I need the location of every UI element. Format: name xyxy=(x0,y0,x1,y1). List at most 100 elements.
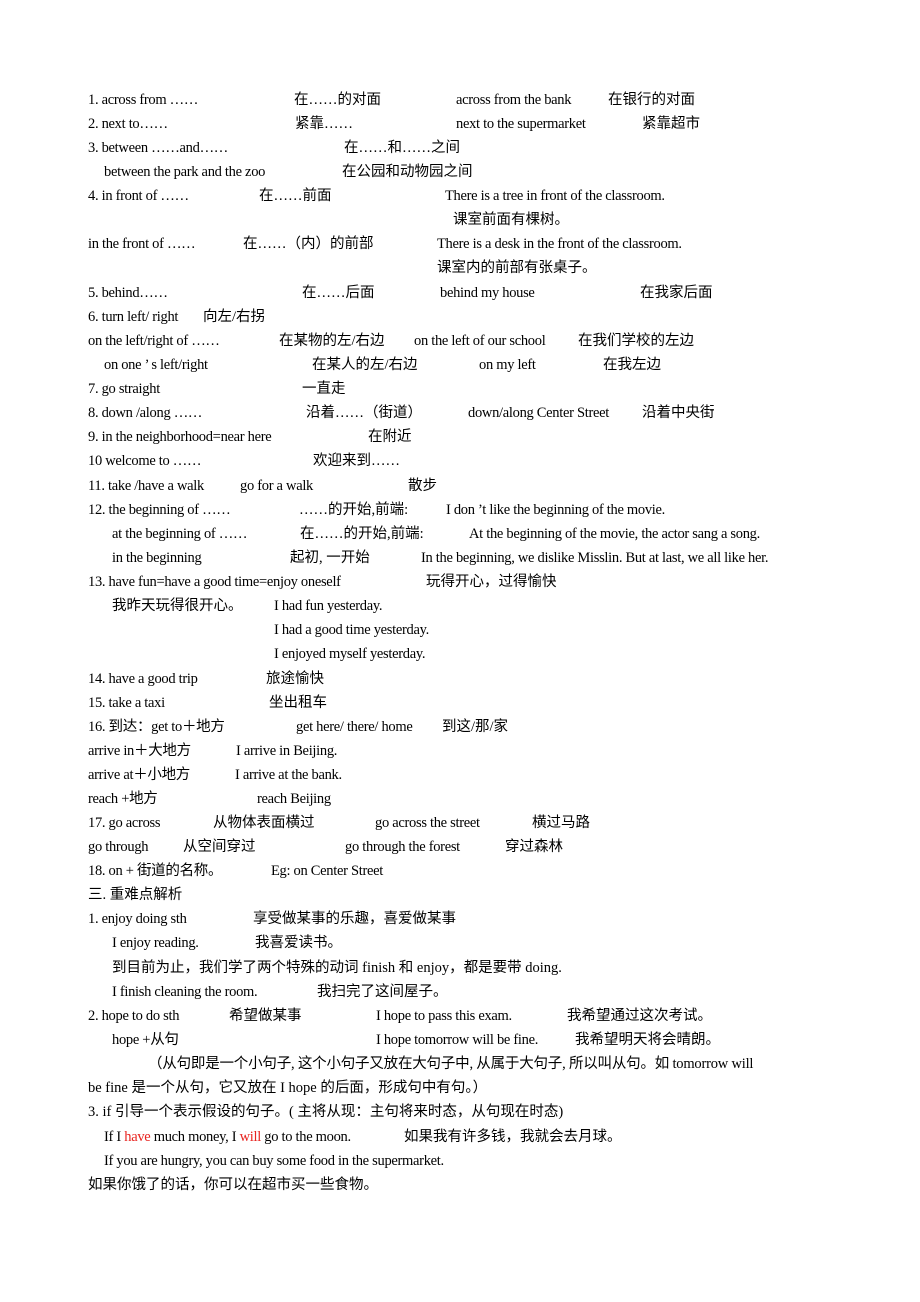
example-zh: 我喜爱读书。 xyxy=(255,935,342,951)
note-zh: （从句即是一个小句子, 这个小句子又放在大句子中, 从属于大句子, 所以叫从句。… xyxy=(148,1056,754,1072)
phrase-en: 3. between ……and…… xyxy=(88,140,228,156)
example-en: I hope to pass this exam. xyxy=(376,1008,512,1024)
phrase-en: go through xyxy=(88,839,149,855)
example-zh: 穿过森林 xyxy=(505,839,563,855)
phrase-zh: 一直走 xyxy=(302,381,346,397)
example-en: I enjoyed myself yesterday. xyxy=(274,646,426,662)
phrase-zh: 旅途愉快 xyxy=(266,671,324,687)
phrase-zh: 起初, 一开始 xyxy=(290,550,370,566)
example-en: get here/ there/ home xyxy=(296,719,413,735)
phrase-en: 13. have fun=have a good time=enjoy ones… xyxy=(88,574,341,590)
example-en: There is a desk in the front of the clas… xyxy=(437,236,682,252)
example-zh: 紧靠超市 xyxy=(642,116,700,132)
phrase-en: 12. the beginning of …… xyxy=(88,502,231,518)
phrase-zh: ……的开始,前端: xyxy=(299,502,409,518)
example-en: I don ’t like the beginning of the movie… xyxy=(446,502,665,518)
example-en: I arrive at the bank. xyxy=(235,767,342,783)
phrase-en: 16. 到达：get to＋地方 xyxy=(88,719,225,735)
example-zh: 在公园和动物园之间 xyxy=(342,164,473,180)
phrase-zh: 在……的开始,前端: xyxy=(300,526,424,542)
phrase-zh: 享受做某事的乐趣，喜爱做某事 xyxy=(253,911,456,927)
example-en: next to the supermarket xyxy=(456,116,586,132)
phrase-en: 1. enjoy doing sth xyxy=(88,911,187,927)
phrase-zh: 散步 xyxy=(408,478,437,494)
example-en: go through the forest xyxy=(345,839,460,855)
phrase-en: reach +地方 xyxy=(88,791,158,807)
phrase-zh: 在某人的左/右边 xyxy=(312,357,418,373)
example-zh: 如果你饿了的话，你可以在超市买一些食物。 xyxy=(88,1177,378,1193)
example-zh: 在我家后面 xyxy=(640,285,713,301)
example-en: I enjoy reading. xyxy=(112,935,199,951)
text-segment: much money, I xyxy=(150,1129,240,1145)
phrase-zh: 从物体表面横过 xyxy=(213,815,315,831)
phrase-en: in the front of …… xyxy=(88,236,196,252)
example-zh: 我希望明天将会晴朗。 xyxy=(575,1032,720,1048)
example-en: across from the bank xyxy=(456,92,572,108)
phrase-en: 7. go straight xyxy=(88,381,160,397)
example-en: At the beginning of the movie, the actor… xyxy=(469,526,760,542)
phrase-en: 18. on + 街道的名称。 xyxy=(88,863,223,879)
example-en: I had fun yesterday. xyxy=(274,598,383,614)
phrase-zh: 希望做某事 xyxy=(229,1008,302,1024)
example-en: I had a good time yesterday. xyxy=(274,622,429,638)
phrase-zh: 从空间穿过 xyxy=(183,839,256,855)
example-zh: 如果我有许多钱，我就会去月球。 xyxy=(404,1129,622,1145)
highlight-will: will xyxy=(239,1129,262,1145)
example-zh: 课室前面有棵树。 xyxy=(453,212,569,228)
phrase-en: 15. take a taxi xyxy=(88,695,165,711)
phrase-zh: 坐出租车 xyxy=(269,695,327,711)
example-en: In the beginning, we dislike Misslin. Bu… xyxy=(421,550,769,566)
phrase-en: 1. across from …… xyxy=(88,92,199,108)
example-zh: 我希望通过这次考试。 xyxy=(567,1008,712,1024)
phrase-en: arrive at＋小地方 xyxy=(88,767,190,783)
phrase-en: in the beginning xyxy=(112,550,202,566)
document-page: 1. across from …… 在……的对面 across from the… xyxy=(0,0,920,1302)
example-en: If you are hungry, you can buy some food… xyxy=(104,1153,444,1169)
phrase-en: 5. behind…… xyxy=(88,285,168,301)
example-en: reach Beijing xyxy=(257,791,331,807)
example-zh: 我扫完了这间屋子。 xyxy=(317,984,448,1000)
example-en: There is a tree in front of the classroo… xyxy=(445,188,665,204)
example-en: between the park and the zoo xyxy=(104,164,266,180)
phrase-zh: 玩得开心，过得愉快 xyxy=(426,574,557,590)
example-en: on the left of our school xyxy=(414,333,546,349)
phrase-en: at the beginning of …… xyxy=(112,526,248,542)
example-en: I hope tomorrow will be fine. xyxy=(376,1032,539,1048)
phrase-zh: 沿着……（街道） xyxy=(306,405,422,421)
phrase-zh: 在……前面 xyxy=(259,188,332,204)
example-en: behind my house xyxy=(440,285,535,301)
phrase-zh: 在……和……之间 xyxy=(344,140,460,156)
phrase-en: on the left/right of …… xyxy=(88,333,220,349)
phrase-zh: 向左/右拐 xyxy=(203,309,266,325)
highlight-have: have xyxy=(124,1129,151,1145)
example-zh: 在我们学校的左边 xyxy=(578,333,694,349)
phrase-en: 6. turn left/ right xyxy=(88,309,179,325)
rule-zh: 3. if 引导一个表示假设的句子。( 主将从现：主句将来时态，从句现在时态) xyxy=(88,1104,564,1120)
example-zh: 到这/那/家 xyxy=(442,719,509,735)
phrase-en: arrive in＋大地方 xyxy=(88,743,191,759)
phrase-zh: 欢迎来到…… xyxy=(313,453,400,469)
phrase-en: hope +从句 xyxy=(112,1032,179,1048)
phrase-en: 11. take /have a walk xyxy=(88,478,204,494)
phrase-en-alt: go for a walk xyxy=(240,478,314,494)
phrase-en: 10 welcome to …… xyxy=(88,453,202,469)
phrase-zh: 在附近 xyxy=(368,429,412,445)
example-zh: 沿着中央街 xyxy=(642,405,715,421)
phrase-zh: 在……后面 xyxy=(302,285,375,301)
example-en: I finish cleaning the room. xyxy=(112,984,258,1000)
example-zh: 课室内的前部有张桌子。 xyxy=(437,260,597,276)
example-zh: 在我左边 xyxy=(603,357,661,373)
phrase-en: 2. next to…… xyxy=(88,116,168,132)
phrase-en: 4. in front of …… xyxy=(88,188,189,204)
example-zh: 横过马路 xyxy=(532,815,590,831)
phrase-en: 14. have a good trip xyxy=(88,671,198,687)
example-en: I arrive in Beijing. xyxy=(236,743,338,759)
example-en: on my left xyxy=(479,357,536,373)
example-en: Eg: on Center Street xyxy=(271,863,383,879)
phrase-zh: 紧靠…… xyxy=(295,116,353,132)
phrase-en: 8. down /along …… xyxy=(88,405,203,421)
phrase-en: on one ’ s left/right xyxy=(104,357,208,373)
example-zh: 在银行的对面 xyxy=(608,92,695,108)
text-segment: If I xyxy=(104,1129,125,1145)
section-title: 三. 重难点解析 xyxy=(88,887,183,903)
